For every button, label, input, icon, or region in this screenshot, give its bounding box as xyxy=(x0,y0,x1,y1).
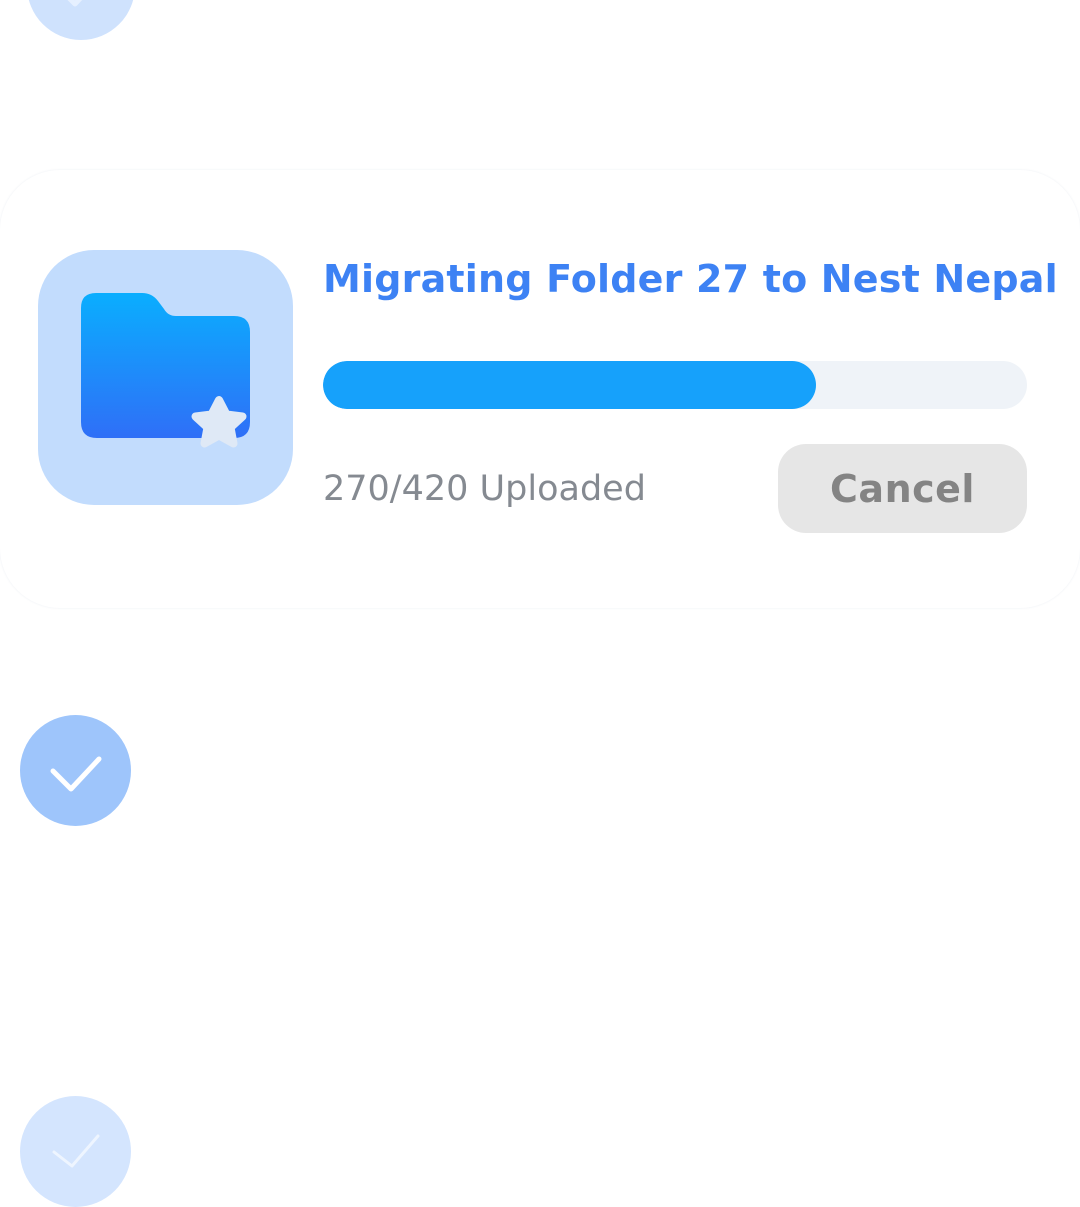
cancel-button[interactable]: Cancel xyxy=(778,444,1027,533)
step-check-circle xyxy=(27,0,135,40)
upload-progress-card: Migrating Folder 27 to Nest Nepal 270/42… xyxy=(0,170,1080,608)
checkmark-icon xyxy=(67,0,83,7)
upload-count-text: 270/420 Uploaded xyxy=(323,469,646,509)
checkmark-icon xyxy=(52,1134,100,1168)
upload-title: Migrating Folder 27 to Nest Nepal xyxy=(323,257,1058,301)
upload-progress-bar xyxy=(323,361,1027,409)
folder-star-icon xyxy=(81,293,250,448)
step-check-circle xyxy=(20,1096,131,1207)
step-check-circle xyxy=(20,715,131,826)
upload-progress-fill xyxy=(323,361,816,409)
checkmark-icon xyxy=(50,756,102,792)
folder-tile xyxy=(38,250,293,505)
